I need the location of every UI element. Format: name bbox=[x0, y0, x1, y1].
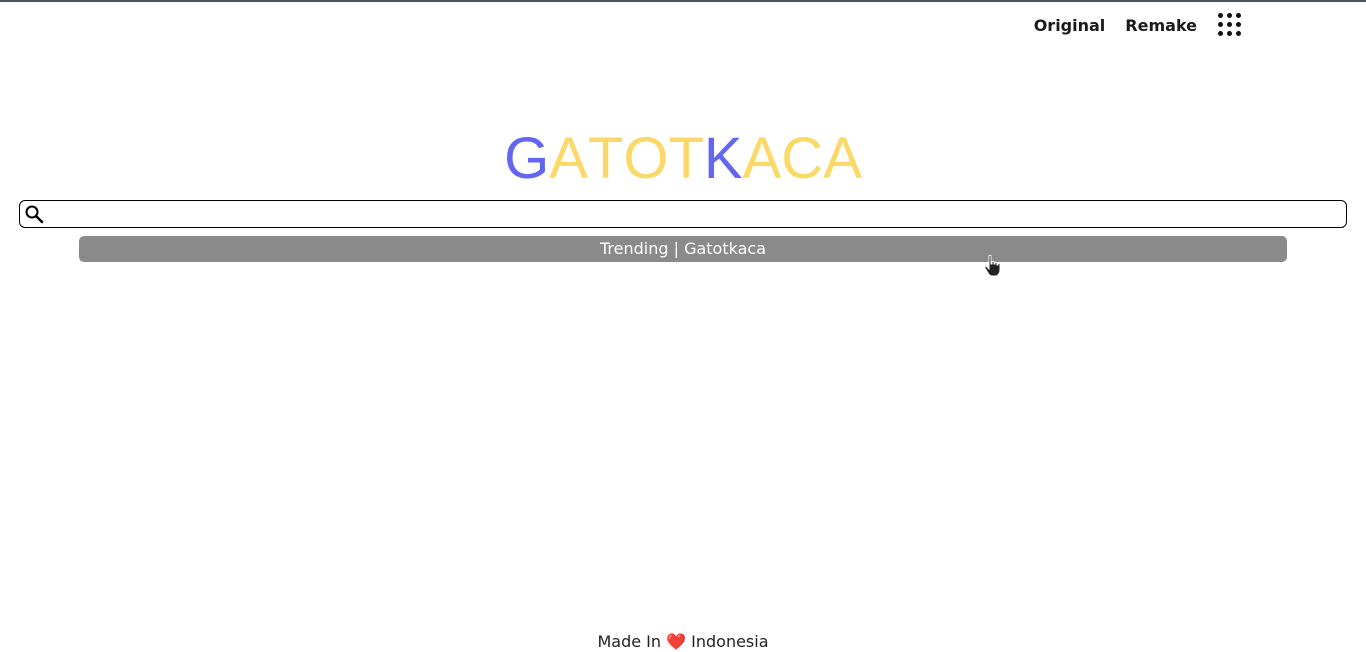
search-icon[interactable] bbox=[22, 202, 46, 226]
remake-link[interactable]: Remake bbox=[1125, 16, 1197, 35]
search-bar bbox=[19, 200, 1347, 228]
apps-grid-icon[interactable] bbox=[1218, 13, 1242, 37]
original-link[interactable]: Original bbox=[1034, 16, 1106, 35]
logo: GATOTKACA bbox=[0, 124, 1366, 194]
page: Original Remake GATOTKACA Trending | Gat… bbox=[0, 0, 1366, 652]
footer-prefix: Made In bbox=[597, 632, 662, 651]
logo-letter: A bbox=[823, 126, 862, 191]
top-navigation: Original Remake bbox=[1034, 13, 1242, 37]
logo-letter: A bbox=[742, 126, 782, 191]
hand-cursor-icon bbox=[984, 254, 1001, 277]
search-input[interactable] bbox=[46, 201, 1346, 227]
footer: Made In ❤️ Indonesia bbox=[0, 632, 1366, 651]
trending-button[interactable]: Trending | Gatotkaca bbox=[79, 236, 1287, 262]
logo-letter: T bbox=[587, 126, 624, 191]
logo-letter: O bbox=[623, 126, 669, 191]
logo-letter: A bbox=[549, 126, 588, 191]
logo-letter: K bbox=[703, 126, 743, 191]
heart-icon: ❤️ bbox=[666, 632, 687, 651]
footer-suffix: Indonesia bbox=[691, 632, 769, 651]
logo-letter: C bbox=[781, 126, 824, 191]
logo-letter: G bbox=[504, 126, 550, 191]
logo-letter: T bbox=[668, 126, 704, 191]
